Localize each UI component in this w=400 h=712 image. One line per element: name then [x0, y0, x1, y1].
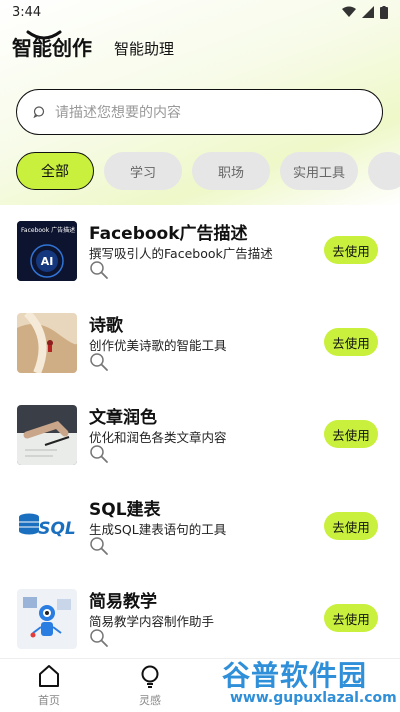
chip-more[interactable]	[368, 152, 400, 190]
search-placeholder: 请描述您想要的内容	[55, 105, 181, 121]
tool-list: AI Facebook 广告描述 Facebook广告描述 撰写吸引人的Face…	[0, 208, 400, 668]
search-input[interactable]: 请描述您想要的内容	[16, 89, 383, 135]
tab-smart-assistant[interactable]: 智能助理	[114, 38, 174, 61]
use-button[interactable]: 去使用	[324, 420, 378, 448]
sql-thumbnail: SQL	[17, 497, 77, 557]
nav-inspiration[interactable]: 灵感	[120, 663, 180, 708]
chat-bubble-icon	[33, 106, 45, 118]
list-item[interactable]: 诗歌 创作优美诗歌的智能工具 去使用	[0, 300, 400, 392]
status-time: 3:44	[12, 4, 42, 20]
nav-home-label: 首页	[38, 694, 60, 707]
nav-home[interactable]: 首页	[19, 663, 79, 708]
search-icon	[90, 353, 108, 371]
thumb-sql-text: SQL	[38, 519, 76, 539]
thumb-ai-text: AI	[41, 255, 54, 268]
list-item[interactable]: AI Facebook 广告描述 Facebook广告描述 撰写吸引人的Face…	[0, 208, 400, 300]
use-button[interactable]: 去使用	[324, 236, 378, 264]
item-title: 诗歌	[89, 316, 123, 336]
item-description: 撰写吸引人的Facebook广告描述	[89, 246, 273, 261]
battery-icon	[380, 5, 388, 19]
status-icons	[342, 5, 388, 19]
status-bar: 3:44	[0, 0, 400, 24]
item-description: 生成SQL建表语句的工具	[89, 522, 227, 537]
watermark-url: www.gupuxlazal.com	[230, 690, 397, 706]
active-tab-indicator	[26, 30, 62, 40]
chip-study[interactable]: 学习	[104, 152, 182, 190]
chip-all[interactable]: 全部	[16, 152, 94, 190]
item-title: Facebook广告描述	[89, 224, 248, 244]
bulb-icon	[141, 665, 159, 688]
simple-teaching-thumbnail	[17, 589, 77, 649]
home-icon	[39, 665, 59, 687]
item-title: 文章润色	[89, 408, 157, 428]
search-icon	[90, 261, 108, 279]
search-icon	[90, 445, 108, 463]
list-item[interactable]: 文章润色 优化和润色各类文章内容 去使用	[0, 392, 400, 484]
search-icon	[90, 537, 108, 555]
thumb-facebook-text: Facebook 广告描述	[21, 226, 75, 234]
wifi-icon	[342, 6, 356, 17]
search-icon	[90, 629, 108, 647]
category-chips: 全部 学习 职场 实用工具	[16, 152, 400, 190]
item-description: 创作优美诗歌的智能工具	[89, 338, 227, 353]
use-button[interactable]: 去使用	[324, 328, 378, 356]
list-item[interactable]: SQL SQL建表 生成SQL建表语句的工具 去使用	[0, 484, 400, 576]
poetry-thumbnail	[17, 313, 77, 373]
item-title: SQL建表	[89, 500, 161, 520]
use-button[interactable]: 去使用	[324, 604, 378, 632]
nav-inspiration-label: 灵感	[139, 694, 161, 707]
signal-icon	[362, 6, 374, 18]
article-polish-thumbnail	[17, 405, 77, 465]
chip-workplace[interactable]: 职场	[192, 152, 270, 190]
use-button[interactable]: 去使用	[324, 512, 378, 540]
watermark: 谷普软件园 www.gupuxlazal.com	[218, 652, 398, 710]
chip-utilities[interactable]: 实用工具	[280, 152, 358, 190]
facebook-ad-thumbnail: AI Facebook 广告描述	[17, 221, 77, 281]
item-description: 优化和润色各类文章内容	[89, 430, 227, 445]
item-title: 简易教学	[89, 592, 157, 612]
watermark-text: 谷普软件园	[222, 659, 368, 692]
